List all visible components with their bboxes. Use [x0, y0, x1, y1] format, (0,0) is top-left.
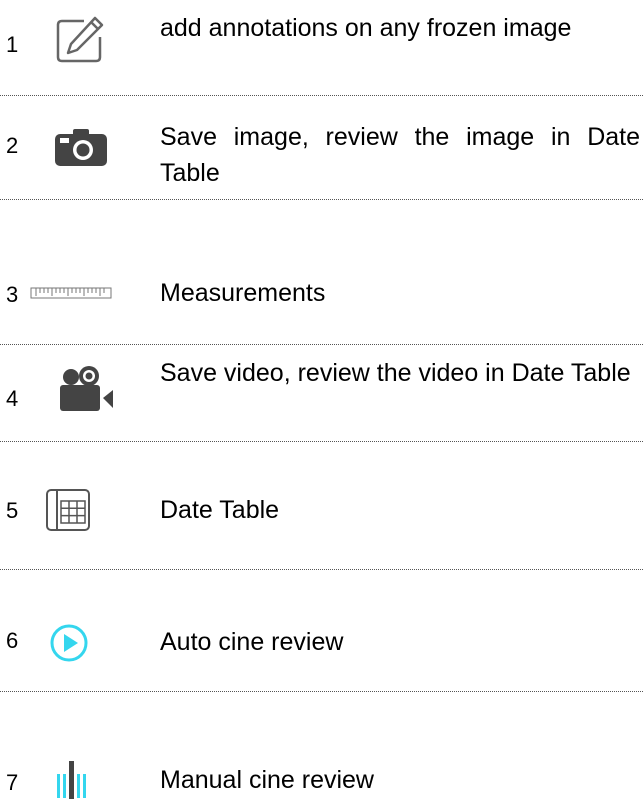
legend-row: 7 Manual cine review	[0, 692, 643, 805]
row-description: Manual cine review	[160, 766, 374, 794]
legend-row: 2 Save image, review the image in Date T…	[0, 96, 643, 200]
video-camera-icon	[60, 366, 113, 411]
row-description: Auto cine review	[160, 628, 344, 656]
cine-slider-icon	[57, 761, 86, 799]
row-number: 1	[6, 32, 19, 57]
legend-row: 6 Auto cine review	[0, 570, 643, 692]
icon-legend-table: 1 add annotations on any frozen image 2 …	[0, 0, 643, 805]
edit-annotation-icon	[56, 16, 104, 63]
row-number: 7	[6, 770, 19, 795]
row-description: Date Table	[160, 496, 280, 524]
camera-icon	[55, 129, 107, 166]
row-number: 2	[6, 133, 19, 158]
legend-row: 1 add annotations on any frozen image	[0, 0, 643, 96]
legend-row: 5 Date Table	[0, 442, 643, 570]
ruler-icon	[30, 287, 112, 299]
row-number: 6	[6, 628, 19, 653]
legend-row: 3 Measurements	[0, 200, 643, 345]
row-description: add annotations on any frozen image	[160, 14, 572, 42]
row-number: 4	[6, 386, 19, 411]
table-grid-icon	[46, 489, 90, 531]
row-description: Save image, review the image in Date Tab…	[160, 123, 640, 187]
legend-row: 4 Save video, review the video in Date T…	[0, 345, 643, 442]
row-description: Save video, review the video in Date Tab…	[160, 359, 631, 387]
row-number: 5	[6, 498, 19, 523]
row-description: Measurements	[160, 279, 326, 307]
row-number: 3	[6, 282, 19, 307]
play-circle-icon	[50, 624, 88, 662]
